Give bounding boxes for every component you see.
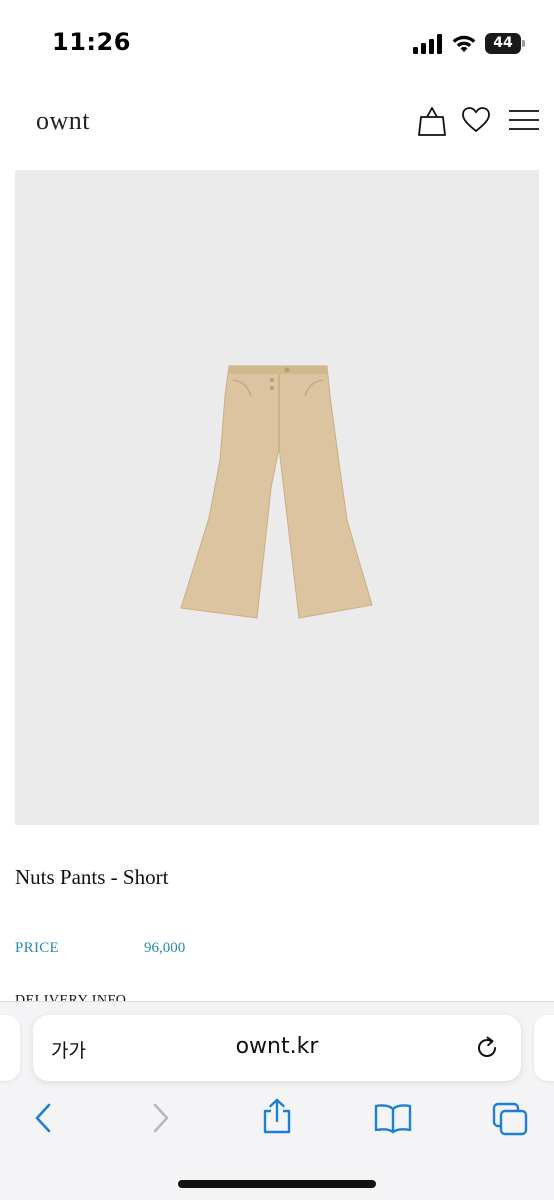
address-bar[interactable]: 가가 ownt.kr — [33, 1015, 521, 1081]
hamburger-menu-icon[interactable] — [508, 106, 540, 134]
price-label: PRICE — [15, 940, 60, 956]
previous-tab-preview[interactable] — [0, 1015, 20, 1081]
pants-illustration — [180, 365, 373, 619]
product-image[interactable] — [15, 170, 539, 825]
url-text[interactable]: ownt.kr — [33, 1034, 521, 1059]
share-icon[interactable] — [260, 1098, 294, 1134]
site-logo[interactable]: ownt — [36, 106, 90, 136]
status-bar: 11:26 44 — [0, 0, 554, 88]
price-value: 96,000 — [144, 940, 186, 956]
heart-icon[interactable] — [462, 106, 490, 134]
next-tab-preview[interactable] — [534, 1015, 554, 1081]
home-indicator — [178, 1180, 376, 1188]
browser-toolbar: 가가 ownt.kr — [0, 1001, 554, 1200]
forward-icon[interactable] — [148, 1102, 174, 1134]
status-time: 11:26 — [52, 28, 131, 56]
wifi-icon — [452, 35, 476, 52]
price-row: PRICE 96,000 — [15, 940, 315, 960]
reload-icon[interactable] — [473, 1034, 501, 1062]
site-header: ownt — [0, 88, 554, 158]
battery-cap — [522, 40, 525, 47]
product-title: Nuts Pants - Short — [15, 865, 169, 889]
cellular-signal-icon — [413, 34, 442, 54]
shopping-bag-icon[interactable] — [418, 106, 446, 136]
back-icon[interactable] — [30, 1102, 56, 1134]
bookmarks-icon[interactable] — [374, 1102, 412, 1134]
tabs-icon[interactable] — [492, 1102, 528, 1136]
battery-level: 44 — [493, 35, 513, 51]
battery-icon: 44 — [485, 33, 525, 54]
